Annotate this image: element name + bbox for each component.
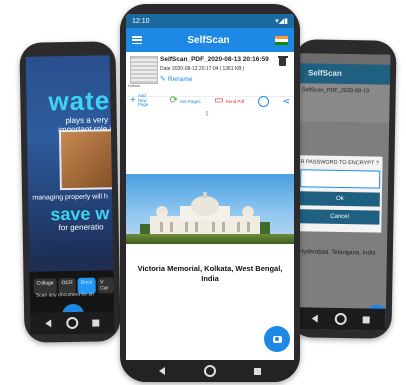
right-phone-screen: SelfScan SelfScan_PDF_2020-08-13 R PASSW… <box>295 53 391 331</box>
center-phone: 12:10 ▾◢▮ SelfScan Kolkata... SelfScan_P… <box>120 4 300 382</box>
app-bar: SelfScan <box>126 28 294 52</box>
thumbnail-caption: Kolkata... <box>128 84 143 88</box>
back-icon[interactable] <box>158 367 165 375</box>
add-page-button[interactable]: + Add New Page <box>130 92 156 109</box>
pdf-icon: ▭ <box>214 95 224 106</box>
home-icon[interactable] <box>334 312 347 326</box>
ok-button[interactable]: Ok <box>299 191 380 207</box>
recents-icon[interactable] <box>362 315 370 323</box>
scan-hint: Scan any document for sh <box>35 291 94 299</box>
center-nav-bar <box>120 360 300 382</box>
right-phone: SelfScan SelfScan_PDF_2020-08-13 R PASSW… <box>289 39 397 339</box>
recents-icon[interactable] <box>254 367 262 375</box>
center-capture-button[interactable] <box>264 326 290 352</box>
status-bar: 12:10 ▾◢▮ <box>126 14 294 28</box>
poster-managing-text: managing properly will h <box>32 193 108 202</box>
document-name: SelfScan_PDF_2020-08-13 20:16:59 <box>160 56 269 63</box>
share-icon[interactable]: ⋖ <box>282 96 290 107</box>
set-pages-label: Set Pages <box>179 98 201 104</box>
menu-icon[interactable] <box>132 36 142 44</box>
password-dialog: R PASSWORD TO ENCRYPT ? Ok Cancel <box>297 155 383 233</box>
app-title: SelfScan <box>187 34 230 46</box>
home-icon[interactable] <box>65 316 78 330</box>
right-doc-row: SelfScan_PDF_2020-08-13 <box>299 83 390 123</box>
password-question: R PASSWORD TO ENCRYPT ? <box>300 159 379 167</box>
document-thumbnail[interactable] <box>130 56 158 84</box>
lawn <box>126 234 294 244</box>
rename-icon: ✎ <box>160 76 166 83</box>
left-phone: water plays a very important role in our… <box>19 41 121 343</box>
right-app-title: SelfScan <box>299 63 391 85</box>
location-caption: Hyderabad, Telangana, India <box>298 249 376 257</box>
back-icon[interactable] <box>311 314 319 323</box>
home-icon[interactable] <box>203 365 216 377</box>
left-phone-screen: water plays a very important role in our… <box>25 55 115 335</box>
drag-handle-icon[interactable]: ⇕ <box>204 110 210 118</box>
send-pdf-label: Send Pdf <box>225 98 245 104</box>
document-meta: Date 2020-08-13 20:17:04 | 1361 KB | <box>160 66 245 72</box>
add-page-label: Add New Page <box>137 92 149 108</box>
lock-icon[interactable] <box>257 95 269 107</box>
document-row[interactable]: Kolkata... SelfScan_PDF_2020-08-13 20:16… <box>126 54 294 97</box>
plus-icon: + <box>130 95 136 106</box>
right-nav-bar <box>295 307 386 331</box>
status-time: 12:10 <box>132 17 150 25</box>
poster-generations-text: for generatio <box>58 222 104 233</box>
recents-icon[interactable] <box>92 319 100 327</box>
poster-photo <box>58 129 115 191</box>
right-doc-name: SelfScan_PDF_2020-08-13 <box>301 87 370 95</box>
document-page-image <box>126 174 294 244</box>
document-actions: + Add New Page ⟳ Set Pages ▭ Send Pdf ⋖ <box>126 92 294 110</box>
rename-button[interactable]: ✎ Rename <box>160 75 193 84</box>
back-icon[interactable] <box>44 319 52 328</box>
mode-vcard[interactable]: V Car <box>96 277 114 294</box>
password-input[interactable] <box>300 169 381 189</box>
india-flag-icon[interactable] <box>275 35 288 45</box>
center-phone-screen: 12:10 ▾◢▮ SelfScan Kolkata... SelfScan_P… <box>126 14 294 372</box>
page-caption: Victoria Memorial, Kolkata, West Bengal,… <box>137 264 283 283</box>
poster-headline: water <box>48 85 115 117</box>
left-nav-bar <box>30 311 115 335</box>
status-icons: ▾◢▮ <box>275 18 288 25</box>
camera-icon <box>272 335 282 343</box>
refresh-icon: ⟳ <box>169 95 178 106</box>
set-pages-button[interactable]: ⟳ Set Pages <box>169 96 200 106</box>
cancel-button[interactable]: Cancel <box>299 209 380 225</box>
delete-icon[interactable] <box>277 56 288 66</box>
rename-label: Rename <box>167 75 193 83</box>
send-pdf-button[interactable]: ▭ Send Pdf <box>214 96 244 106</box>
